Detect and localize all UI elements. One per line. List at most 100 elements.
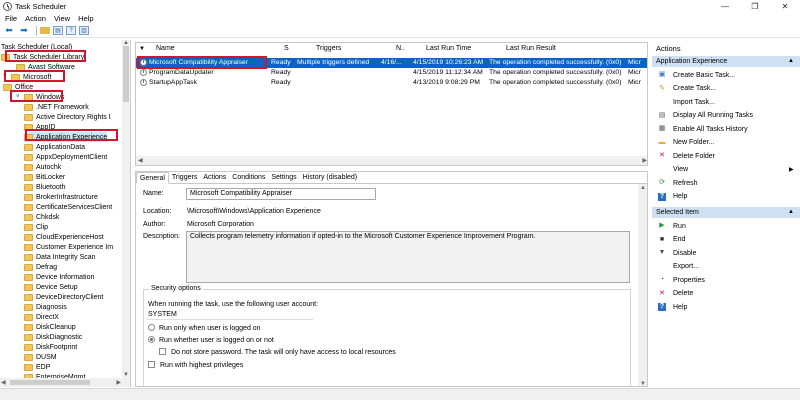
action-enable-all-tasks-history[interactable]: ▦ Enable All Tasks History — [658, 124, 748, 134]
radio-logged-on[interactable]: Run only when user is logged on — [148, 324, 261, 332]
action-properties[interactable]: ◔ Properties — [658, 275, 705, 285]
tree-item[interactable]: CloudExperienceHost — [24, 232, 104, 242]
action-new-folder[interactable]: ▬ New Folder... — [658, 138, 715, 148]
check-highest-privileges[interactable]: Run with highest privileges — [148, 361, 243, 369]
action-display-all-running-tasks[interactable]: ▤ Display All Running Tasks — [658, 111, 753, 121]
run-icon: ▶ — [659, 222, 665, 229]
action-end[interactable]: ■ End — [658, 235, 686, 245]
tree-item[interactable]: Data Integrity Scan — [24, 252, 96, 262]
tree-item[interactable]: DiskDiagnostic — [24, 332, 82, 342]
help-toolbar-icon[interactable]: ? — [66, 26, 76, 35]
scroll-right-icon[interactable]: ▶ — [116, 379, 121, 386]
checkbox-icon[interactable] — [159, 348, 166, 355]
tree-item[interactable]: Diagnosis — [24, 302, 67, 312]
column-status[interactable]: S — [284, 45, 289, 52]
action-refresh[interactable]: ⟳ Refresh — [658, 178, 697, 188]
close-button[interactable]: ✕ — [770, 0, 800, 13]
column-last-run-result[interactable]: Last Run Result — [506, 45, 556, 52]
description-field[interactable]: Collects program telemetry information i… — [186, 231, 630, 283]
radio-logged-or-not[interactable]: Run whether user is logged on or not — [148, 336, 274, 344]
scroll-left-icon[interactable]: ◀ — [1, 379, 6, 386]
column-triggers[interactable]: Triggers — [316, 45, 341, 52]
tree-item-label: DiskCleanup — [36, 323, 76, 331]
menu-view[interactable]: View — [54, 14, 70, 23]
tab-triggers[interactable]: Triggers — [169, 172, 200, 184]
tree-item[interactable]: BitLocker — [24, 172, 65, 182]
tree-item[interactable]: Customer Experience Im — [24, 242, 113, 252]
action-export[interactable]: Export... — [658, 262, 699, 272]
tree-item[interactable]: .NET Framework — [24, 102, 89, 112]
show-hide-action-pane-icon[interactable]: ▥ — [79, 26, 89, 35]
check-no-password[interactable]: Do not store password. The task will onl… — [159, 348, 396, 356]
action-import-task[interactable]: Import Task... — [658, 97, 715, 107]
tree-item[interactable]: Chkdsk — [24, 212, 59, 222]
action-disable[interactable]: ▼ Disable — [658, 248, 697, 258]
forward-arrow-icon[interactable]: ➡ — [18, 25, 30, 36]
action-delete-folder[interactable]: ✕ Delete Folder — [658, 151, 715, 161]
tasklist-scroll-right-icon[interactable]: ▶ — [642, 157, 647, 164]
tree-item[interactable]: Defrag — [24, 262, 57, 272]
column-last-run-time[interactable]: Last Run Time — [426, 45, 471, 52]
tree-item[interactable]: Active Directory Rights I — [24, 112, 111, 122]
up-folder-icon[interactable] — [40, 27, 50, 34]
radio-on-icon[interactable] — [148, 336, 155, 343]
detail-scroll-down-icon[interactable]: ▼ — [640, 381, 646, 386]
column-next-run[interactable]: N.. — [396, 45, 405, 52]
tab-general[interactable]: General — [136, 172, 169, 184]
back-arrow-icon[interactable]: ⬅ — [3, 25, 15, 36]
detail-scroll-up-icon[interactable]: ▲ — [640, 185, 646, 191]
tree-item[interactable]: DeviceDirectoryClient — [24, 292, 103, 302]
menu-file[interactable]: File — [5, 14, 17, 23]
tree-item[interactable]: Clip — [24, 222, 48, 232]
tab-actions[interactable]: Actions — [200, 172, 229, 184]
checkbox-icon[interactable] — [148, 361, 155, 368]
tree-item[interactable]: DiskFootprint — [24, 342, 77, 352]
task-row[interactable]: ProgramDataUpdater Ready 4/15/2019 11:12:3… — [136, 68, 647, 78]
minimize-button[interactable]: — — [710, 0, 740, 13]
tree-horizontal-scrollbar[interactable]: ◀ ▶ — [0, 378, 130, 387]
tree-item[interactable]: Device Setup — [24, 282, 78, 292]
action-delete[interactable]: ✕ Delete — [658, 289, 693, 299]
tree-item-label: Data Integrity Scan — [36, 253, 96, 261]
column-name[interactable]: Name — [156, 45, 175, 52]
menu-help[interactable]: Help — [78, 14, 93, 23]
action-view[interactable]: View ▶ — [658, 165, 794, 175]
tab-conditions[interactable]: Conditions — [229, 172, 268, 184]
tree-item[interactable]: EDP — [24, 362, 50, 372]
tree-scroll-thumb[interactable] — [123, 46, 129, 102]
action-create-task[interactable]: ✎ Create Task... — [658, 84, 716, 94]
tasklist-horizontal-scrollbar[interactable]: ◀ ▶ — [136, 156, 647, 165]
tree-item[interactable]: Device Information — [24, 272, 94, 282]
submenu-arrow-icon[interactable]: ▶ — [789, 166, 794, 173]
action-run[interactable]: ▶ Run — [658, 221, 686, 231]
task-row[interactable]: StartupAppTask Ready 4/13/2019 9:08:29 PM T… — [136, 78, 647, 88]
maximize-button[interactable]: ❐ — [740, 0, 770, 13]
collapse-icon[interactable]: ▲ — [788, 209, 794, 215]
detail-vertical-scrollbar[interactable]: ▲ ▼ — [638, 184, 647, 386]
action-help[interactable]: ? Help — [658, 192, 687, 202]
radio-off-icon[interactable] — [148, 324, 155, 331]
action-create-basic-task[interactable]: ▣ Create Basic Task... — [658, 70, 735, 80]
tab-history-disabled[interactable]: History (disabled) — [300, 172, 360, 184]
action-help[interactable]: ? Help — [658, 302, 687, 312]
actions-group-application-experience[interactable]: Application Experience ▲ — [652, 56, 800, 67]
tree-item[interactable]: DUSM — [24, 352, 57, 362]
tree-item[interactable]: Autochk — [24, 162, 61, 172]
tree-item[interactable]: CertificateServicesClient — [24, 202, 112, 212]
tree-vertical-scrollbar[interactable]: ▲ ▼ — [122, 40, 130, 378]
collapse-icon[interactable]: ▲ — [788, 58, 794, 64]
name-field[interactable]: Microsoft Compatibility Appraiser — [186, 188, 376, 200]
tree-item[interactable]: ApplicationData — [24, 142, 85, 152]
tree-item[interactable]: DirectX — [24, 312, 59, 322]
actions-group-selected-item[interactable]: Selected Item ▲ — [652, 207, 800, 218]
tree-item[interactable]: BrokerInfrastructure — [24, 192, 98, 202]
tree-hscroll-thumb[interactable] — [10, 380, 90, 385]
menu-action[interactable]: Action — [25, 14, 46, 23]
tab-settings[interactable]: Settings — [268, 172, 299, 184]
tree-item[interactable]: DiskCleanup — [24, 322, 76, 332]
tasklist-scroll-left-icon[interactable]: ◀ — [138, 157, 143, 164]
task-cell-status: Ready — [271, 69, 291, 76]
tree-item[interactable]: Bluetooth — [24, 182, 66, 192]
show-hide-tree-icon[interactable]: ▤ — [53, 26, 63, 35]
tree-item[interactable]: AppxDeploymentClient — [24, 152, 107, 162]
